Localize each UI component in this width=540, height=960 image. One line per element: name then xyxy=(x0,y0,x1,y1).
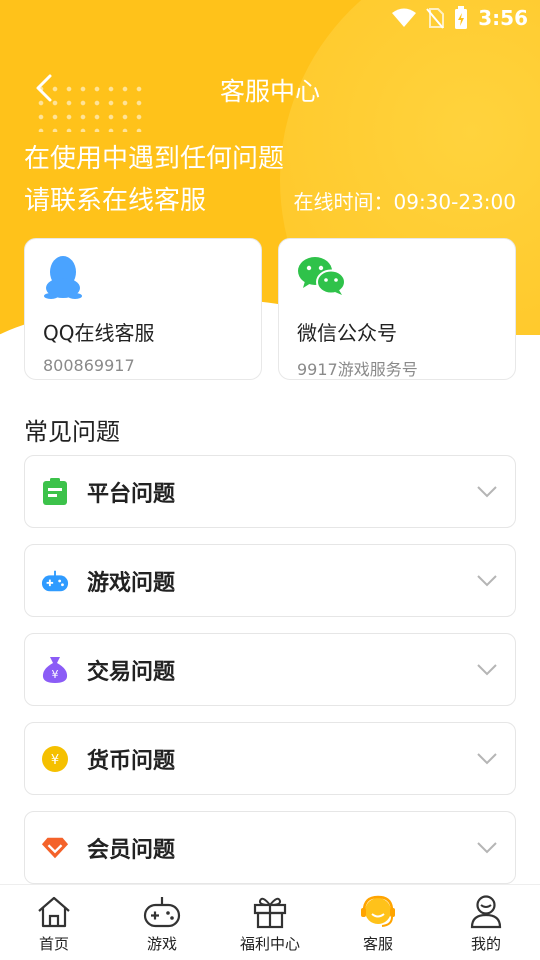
qq-icon xyxy=(43,251,243,301)
gamepad-icon xyxy=(143,893,181,931)
wechat-icon xyxy=(297,251,497,301)
qq-service-label: QQ在线客服 xyxy=(43,321,155,345)
clipboard-icon xyxy=(41,477,69,506)
gift-icon xyxy=(252,893,288,931)
tab-profile[interactable]: 我的 xyxy=(432,885,540,960)
faq-item-label: 会员问题 xyxy=(87,837,176,863)
faq-item-label: 游戏问题 xyxy=(87,570,176,596)
money-bag-icon: ¥ xyxy=(41,656,69,684)
faq-item-platform[interactable]: 平台问题 xyxy=(24,455,516,528)
diamond-icon xyxy=(41,834,69,862)
online-hours: 在线时间：09:30-23:00 xyxy=(293,190,517,214)
hero-line-2: 请联系在线客服 xyxy=(24,186,207,216)
home-icon xyxy=(36,893,72,931)
svg-text:¥: ¥ xyxy=(51,753,59,768)
faq-item-membership[interactable]: 会员问题 xyxy=(24,811,516,884)
chevron-down-icon xyxy=(475,569,499,593)
hero-line-1: 在使用中遇到任何问题 xyxy=(24,144,285,174)
faq-item-trade[interactable]: ¥ 交易问题 xyxy=(24,633,516,706)
tab-label: 福利中心 xyxy=(239,935,300,953)
wechat-account-card[interactable]: 微信公众号 9917游戏服务号 xyxy=(278,238,516,380)
faq-section-title: 常见问题 xyxy=(24,418,120,446)
chevron-down-icon xyxy=(475,836,499,860)
user-icon xyxy=(469,893,503,931)
tab-label: 首页 xyxy=(38,935,69,953)
clock-text: 3:56 xyxy=(478,6,528,30)
coin-icon: ¥ xyxy=(41,745,69,773)
chevron-down-icon xyxy=(475,747,499,771)
wechat-account-desc: 9917游戏服务号 xyxy=(297,360,418,379)
tab-games[interactable]: 游戏 xyxy=(108,885,216,960)
tab-label: 游戏 xyxy=(146,935,177,953)
tab-customer-service[interactable]: 客服 xyxy=(324,885,432,960)
wechat-account-label: 微信公众号 xyxy=(297,321,397,345)
faq-item-game[interactable]: 游戏问题 xyxy=(24,544,516,617)
tab-home[interactable]: 首页 xyxy=(0,885,108,960)
no-sim-icon xyxy=(426,7,445,29)
svg-text:¥: ¥ xyxy=(52,668,59,681)
faq-item-label: 交易问题 xyxy=(87,659,176,685)
battery-charging-icon xyxy=(454,6,468,30)
page-title: 客服中心 xyxy=(219,77,320,106)
faq-item-label: 平台问题 xyxy=(87,481,176,507)
tab-label: 我的 xyxy=(470,935,501,953)
chevron-down-icon xyxy=(475,480,499,504)
chevron-down-icon xyxy=(475,658,499,682)
status-bar: 3:56 xyxy=(392,6,528,30)
gamepad-icon xyxy=(41,567,69,595)
qq-service-number: 800869917 xyxy=(43,356,135,375)
tab-label: 客服 xyxy=(362,935,393,953)
tab-welfare[interactable]: 福利中心 xyxy=(216,885,324,960)
wifi-icon xyxy=(392,8,417,28)
qq-service-card[interactable]: QQ在线客服 800869917 xyxy=(24,238,262,380)
bottom-tab-bar: 首页 游戏 福利中心 客服 我的 xyxy=(0,884,540,960)
headset-icon xyxy=(359,893,397,931)
faq-item-label: 货币问题 xyxy=(87,748,176,774)
faq-item-currency[interactable]: ¥ 货币问题 xyxy=(24,722,516,795)
